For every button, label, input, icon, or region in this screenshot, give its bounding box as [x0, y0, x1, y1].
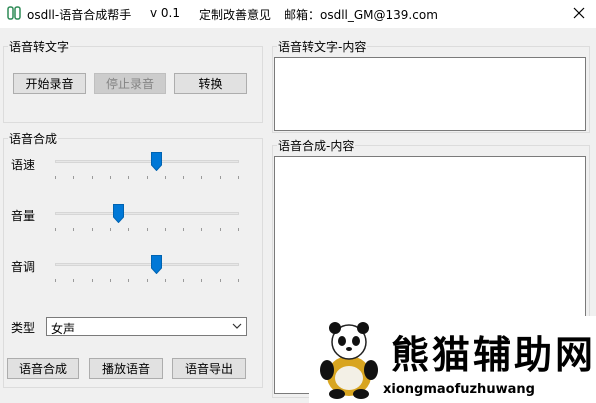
- speech-to-text-content-area[interactable]: [274, 57, 586, 131]
- watermark-text: 熊猫辅助网: [391, 333, 596, 377]
- slider-tick: [201, 228, 202, 231]
- synthesize-button[interactable]: 语音合成: [7, 358, 79, 379]
- start-recording-button[interactable]: 开始录音: [13, 73, 86, 94]
- speed-slider[interactable]: [55, 152, 239, 186]
- watermark: 熊猫辅助网 xiongmaofuzhuwang: [309, 316, 596, 403]
- slider-tick: [201, 279, 202, 282]
- speech-to-text-content-title: 语音转文字-内容: [277, 38, 368, 55]
- slider-tick: [183, 228, 184, 231]
- slider-tick: [73, 279, 74, 282]
- slider-tick: [55, 228, 56, 231]
- slider-tick: [147, 279, 148, 282]
- slider-tick: [110, 228, 111, 231]
- slider-tick: [92, 279, 93, 282]
- slider-tick: [183, 279, 184, 282]
- slider-tick: [183, 176, 184, 179]
- slider-tick: [147, 176, 148, 179]
- slider-tick: [73, 176, 74, 179]
- panda-logo: [320, 322, 378, 399]
- speed-slider-ticks: [55, 176, 239, 180]
- slider-tick: [147, 228, 148, 231]
- slider-tick: [73, 228, 74, 231]
- app-title: osdll-语音合成帮手: [27, 8, 132, 22]
- pitch-slider-thumb[interactable]: [151, 255, 162, 274]
- export-audio-button[interactable]: 语音导出: [172, 358, 246, 379]
- volume-label: 音量: [11, 209, 36, 223]
- synthesis-group-title: 语音合成: [8, 130, 59, 147]
- slider-tick: [55, 279, 56, 282]
- slider-tick: [128, 279, 129, 282]
- voice-type-select[interactable]: 女声: [46, 317, 247, 336]
- watermark-subtext: xiongmaofuzhuwang: [383, 382, 535, 397]
- speed-slider-thumb[interactable]: [151, 152, 162, 171]
- pitch-slider[interactable]: [55, 255, 239, 289]
- slider-tick: [220, 279, 221, 282]
- slider-tick: [92, 228, 93, 231]
- slider-tick: [165, 176, 166, 179]
- volume-slider-track: [55, 212, 239, 215]
- close-icon: [573, 7, 585, 19]
- speed-slider-track: [55, 160, 239, 163]
- slider-tick: [128, 228, 129, 231]
- volume-slider-thumb[interactable]: [113, 204, 124, 223]
- title-bar: osdll-语音合成帮手 v 0.1 定制改善意见 邮箱：osdll_GM@13…: [0, 0, 596, 28]
- speech-to-text-group-title: 语音转文字: [8, 38, 71, 55]
- pitch-label: 音调: [11, 260, 36, 274]
- synthesis-content-title: 语音合成-内容: [277, 137, 356, 154]
- slider-tick: [110, 279, 111, 282]
- slider-tick: [110, 176, 111, 179]
- slider-tick: [55, 176, 56, 179]
- volume-slider-ticks: [55, 228, 239, 232]
- slider-tick: [238, 176, 239, 179]
- convert-button[interactable]: 转换: [174, 73, 247, 94]
- slider-tick: [165, 279, 166, 282]
- slider-tick: [220, 228, 221, 231]
- slider-tick: [128, 176, 129, 179]
- slider-tick: [220, 176, 221, 179]
- voice-type-value: 女声: [51, 322, 76, 336]
- email-label: 邮箱：osdll_GM@139.com: [284, 8, 438, 22]
- slider-tick: [201, 176, 202, 179]
- pitch-slider-track: [55, 263, 239, 266]
- chevron-down-icon: [232, 323, 242, 329]
- stop-recording-button[interactable]: 停止录音: [94, 73, 166, 94]
- version-label: v 0.1: [150, 6, 180, 20]
- speed-label: 语速: [11, 158, 36, 172]
- close-button[interactable]: [566, 2, 592, 24]
- slider-tick: [238, 228, 239, 231]
- feedback-link[interactable]: 定制改善意见: [199, 6, 271, 23]
- slider-tick: [92, 176, 93, 179]
- slider-tick: [165, 228, 166, 231]
- pitch-slider-ticks: [55, 279, 239, 283]
- volume-slider[interactable]: [55, 204, 239, 238]
- app-icon: [7, 6, 21, 20]
- slider-tick: [238, 279, 239, 282]
- type-label: 类型: [11, 321, 36, 335]
- play-audio-button[interactable]: 播放语音: [89, 358, 163, 379]
